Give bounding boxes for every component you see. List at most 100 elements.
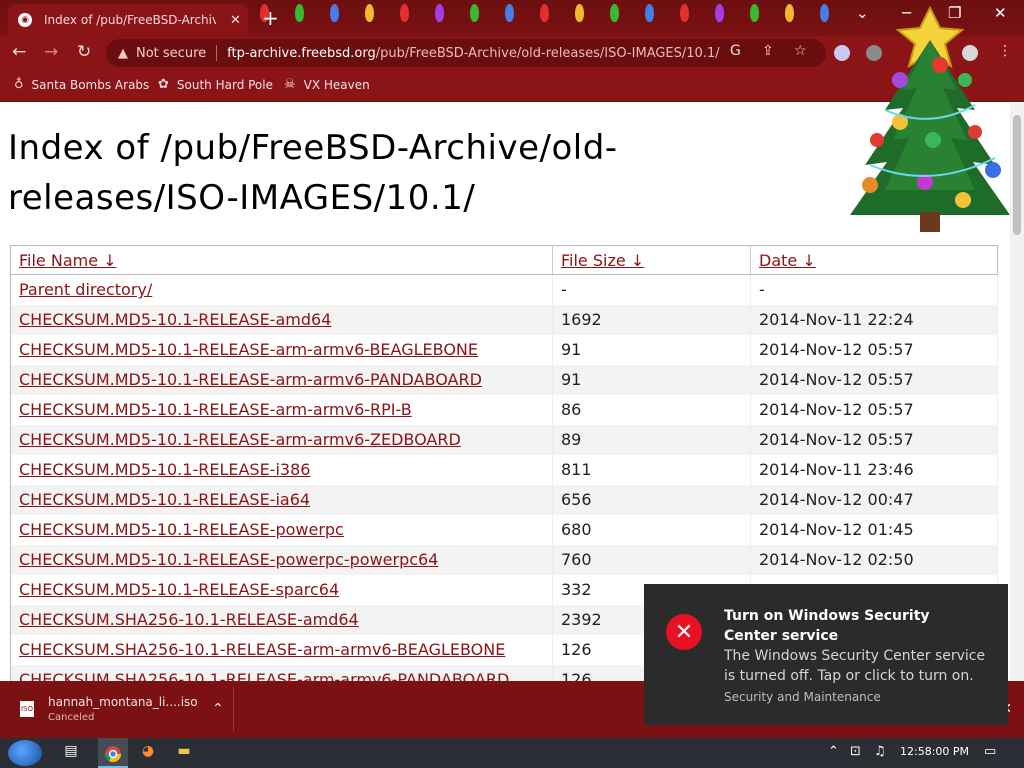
error-icon: ✕ [666,614,702,650]
forward-button[interactable]: → [44,42,58,62]
file-date-cell: 2014-Nov-12 05:57 [750,364,998,395]
bookmark-item[interactable]: ☠ VX Heaven [284,77,370,92]
file-name-cell: CHECKSUM.SHA256-10.1-RELEASE-arm-armv6-P… [10,664,553,681]
chrome-icon [104,746,122,763]
toast-body: The Windows Security Center service is t… [724,648,986,684]
file-name-cell: CHECKSUM.MD5-10.1-RELEASE-arm-armv6-PAND… [10,364,553,395]
file-size-cell: 760 [552,544,751,575]
file-name-cell: CHECKSUM.MD5-10.1-RELEASE-i386 [10,454,553,485]
network-icon[interactable]: ⊡ [850,744,861,759]
file-name-cell: CHECKSUM.MD5-10.1-RELEASE-arm-armv6-BEAG… [10,334,553,365]
skull-icon: ☠ [284,77,296,92]
christmas-lights-decoration [250,0,850,34]
column-header-file-size[interactable]: File Size ↓ [552,245,751,275]
file-link[interactable]: CHECKSUM.MD5-10.1-RELEASE-arm-armv6-BEAG… [19,340,478,359]
file-size-cell: - [552,274,751,305]
table-row: Parent directory/ - - [10,274,998,305]
toast-source: Security and Maintenance [724,690,881,704]
chevron-up-icon[interactable]: ⌃ [212,701,224,717]
file-date-cell: - [750,274,998,305]
table-header-row: File Name ↓ File Size ↓ Date ↓ [10,245,998,275]
bookmark-item[interactable]: ✿ South Hard Pole [158,77,273,92]
url-host: ftp-archive.freebsd.org [227,45,376,61]
file-link[interactable]: CHECKSUM.MD5-10.1-RELEASE-arm-armv6-RPI-… [19,400,412,419]
table-row: CHECKSUM.MD5-10.1-RELEASE-amd64 1692 2014-… [10,304,998,335]
table-row: CHECKSUM.MD5-10.1-RELEASE-arm-armv6-RPI-… [10,394,998,425]
file-date-cell: 2014-Nov-11 23:46 [750,454,998,485]
column-header-date[interactable]: Date ↓ [750,245,998,275]
file-size-cell: 91 [552,364,751,395]
globe-icon: ◉ [18,13,32,27]
file-size-cell: 680 [552,514,751,545]
sort-date-link[interactable]: Date ↓ [759,251,816,270]
file-name-cell: CHECKSUM.MD5-10.1-RELEASE-arm-armv6-RPI-… [10,394,553,425]
table-row: CHECKSUM.MD5-10.1-RELEASE-i386 811 2014-No… [10,454,998,485]
file-link[interactable]: CHECKSUM.MD5-10.1-RELEASE-arm-armv6-PAND… [19,370,482,389]
file-link[interactable]: CHECKSUM.MD5-10.1-RELEASE-amd64 [19,310,331,329]
file-link[interactable]: CHECKSUM.MD5-10.1-RELEASE-powerpc [19,520,344,539]
file-name-cell: CHECKSUM.MD5-10.1-RELEASE-amd64 [10,304,553,335]
file-link[interactable]: CHECKSUM.MD5-10.1-RELEASE-sparc64 [19,580,339,599]
volume-icon[interactable]: ♫ [874,744,886,759]
file-date-cell: 2014-Nov-12 05:57 [750,394,998,425]
start-button[interactable] [8,740,42,766]
sort-file-size-link[interactable]: File Size ↓ [561,251,644,270]
share-icon[interactable]: ⇪ [762,43,774,59]
download-filename: hannah_montana_li....iso [48,695,198,709]
table-row: CHECKSUM.MD5-10.1-RELEASE-ia64 656 2014-No… [10,484,998,515]
google-icon[interactable]: G [730,43,741,59]
bookmark-label: Santa Bombs Arabs [31,77,150,92]
file-date-cell: 2014-Nov-11 22:24 [750,304,998,335]
bookmark-label: South Hard Pole [176,77,273,92]
sort-file-name-link[interactable]: File Name ↓ [19,251,117,270]
file-link[interactable]: Parent directory/ [19,280,152,299]
file-link[interactable]: CHECKSUM.MD5-10.1-RELEASE-i386 [19,460,310,479]
table-row: CHECKSUM.MD5-10.1-RELEASE-arm-armv6-PAND… [10,364,998,395]
file-link[interactable]: CHECKSUM.SHA256-10.1-RELEASE-amd64 [19,610,359,629]
bookmark-item[interactable]: ♁ Santa Bombs Arabs [14,77,149,92]
close-tab-icon[interactable]: ✕ [230,13,241,28]
file-link[interactable]: CHECKSUM.MD5-10.1-RELEASE-powerpc-powerp… [19,550,438,569]
table-row: CHECKSUM.MD5-10.1-RELEASE-powerpc 680 2014… [10,514,998,545]
bookmark-label: VX Heaven [303,77,370,92]
download-item[interactable]: ISO hannah_montana_li....iso Canceled ⌃ [8,687,234,731]
file-name-cell: CHECKSUM.MD5-10.1-RELEASE-powerpc-powerp… [10,544,553,575]
page-title: Index of /pub/FreeBSD-Archive/old-releas… [8,128,618,218]
file-size-cell: 89 [552,424,751,455]
warning-icon[interactable]: ▲ [118,46,128,61]
back-button[interactable]: ← [12,42,26,62]
bookmark-star-icon[interactable]: ☆ [794,43,807,59]
file-link[interactable]: CHECKSUM.MD5-10.1-RELEASE-arm-armv6-ZEDB… [19,430,461,449]
reload-button[interactable]: ↻ [77,42,91,62]
download-status: Canceled [48,712,95,723]
file-size-cell: 86 [552,394,751,425]
file-link[interactable]: CHECKSUM.SHA256-10.1-RELEASE-arm-armv6-B… [19,640,505,659]
toast-title: Turn on Windows Security Center service [724,608,930,644]
file-name-cell: CHECKSUM.SHA256-10.1-RELEASE-amd64 [10,604,553,635]
file-name-cell: CHECKSUM.MD5-10.1-RELEASE-powerpc [10,514,553,545]
action-center-icon[interactable]: ▭ [984,744,996,759]
taskbar-clock[interactable]: 12:58:00 PM [900,745,969,758]
address-divider [216,45,218,61]
file-date-cell: 2014-Nov-12 02:50 [750,544,998,575]
tab-title: Index of /pub/FreeBSD-Archive/o [44,13,216,27]
table-row: CHECKSUM.MD5-10.1-RELEASE-arm-armv6-BEAG… [10,334,998,365]
iso-file-icon: ISO [20,701,34,717]
new-tab-button[interactable]: + [262,6,279,30]
security-label[interactable]: Not secure [136,46,206,61]
address-bar[interactable]: ▲ Not secure ftp-archive.freebsd.org /pu… [106,39,826,67]
task-view-icon[interactable]: ▤ [60,743,82,763]
table-row: CHECKSUM.MD5-10.1-RELEASE-powerpc-powerp… [10,544,998,575]
column-header-file-name[interactable]: File Name ↓ [10,245,553,275]
file-link[interactable]: CHECKSUM.SHA256-10.1-RELEASE-arm-armv6-P… [19,670,509,681]
file-link[interactable]: CHECKSUM.MD5-10.1-RELEASE-ia64 [19,490,310,509]
browser-tab[interactable]: ◉ Index of /pub/FreeBSD-Archive/o ✕ [8,4,248,36]
flower-icon: ✿ [158,77,169,92]
security-toast-notification[interactable]: ✕ Turn on Windows Security Center servic… [644,584,1008,725]
file-size-cell: 811 [552,454,751,485]
file-explorer-icon[interactable]: ▬ [173,743,195,763]
file-size-cell: 656 [552,484,751,515]
firefox-icon[interactable]: ◕ [137,743,159,763]
chevron-up-icon[interactable]: ⌃ [828,744,839,759]
url-path: /pub/FreeBSD-Archive/old-releases/ISO-IM… [375,45,720,61]
